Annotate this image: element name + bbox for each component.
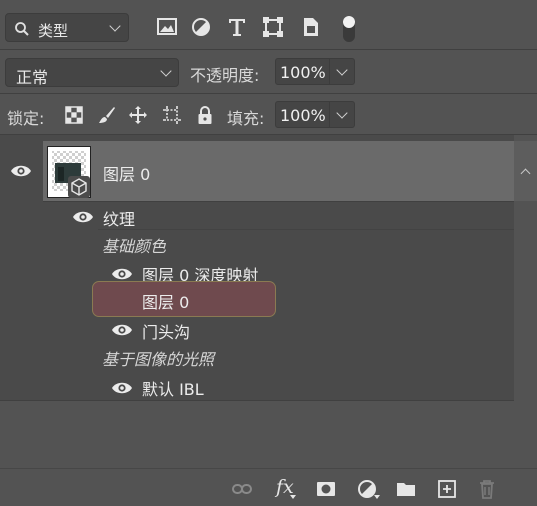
opacity-field[interactable]: 100%: [275, 58, 355, 85]
add-mask-icon[interactable]: [316, 479, 336, 499]
blend-mode-label: 正常: [16, 68, 49, 87]
type-layer-filter-icon[interactable]: [226, 16, 248, 38]
lock-transparent-pixels-icon[interactable]: [64, 105, 84, 125]
visibility-eye-icon[interactable]: [111, 267, 133, 281]
chevron-down-icon: [336, 64, 348, 76]
opacity-label: 不透明度:: [190, 66, 260, 85]
opacity-value: 100%: [280, 63, 326, 82]
door-groove-label[interactable]: 门头沟: [142, 319, 190, 343]
fill-label: 填充:: [227, 109, 265, 128]
texture-layer-label[interactable]: 图层 0: [142, 289, 189, 313]
new-layer-icon[interactable]: [437, 479, 457, 499]
pixel-layer-filter-icon[interactable]: [156, 16, 178, 38]
ibl-group-label[interactable]: 基于图像的光照: [102, 346, 214, 370]
layer-filter-dropdown[interactable]: 类型: [5, 13, 129, 42]
chevron-down-icon: [109, 20, 121, 32]
texture-group-label[interactable]: 纹理: [103, 206, 135, 230]
smart-object-filter-icon[interactable]: [300, 16, 322, 38]
lock-image-pixels-icon[interactable]: [97, 105, 117, 125]
search-icon: [15, 22, 29, 36]
3d-layer-badge-icon: [68, 176, 90, 198]
link-layers-icon[interactable]: [232, 479, 252, 499]
blend-mode-dropdown[interactable]: 正常: [5, 58, 179, 87]
lock-label: 锁定:: [7, 109, 45, 128]
shape-layer-filter-icon[interactable]: [262, 16, 284, 38]
chevron-down-icon: [160, 65, 172, 77]
adjustment-menu-caret-icon: [374, 495, 380, 499]
chevron-up-icon: [520, 168, 531, 179]
lock-position-icon[interactable]: [128, 105, 148, 125]
fill-value: 100%: [280, 106, 326, 125]
default-ibl-label[interactable]: 默认 IBL: [142, 376, 204, 400]
lock-all-icon[interactable]: [195, 105, 215, 125]
visibility-eye-icon[interactable]: [72, 210, 94, 224]
fill-dropdown-button[interactable]: [329, 102, 354, 127]
new-group-folder-icon[interactable]: [396, 479, 416, 499]
visibility-eye-icon[interactable]: [111, 323, 133, 337]
visibility-eye-icon[interactable]: [111, 381, 133, 395]
opacity-dropdown-button[interactable]: [329, 59, 354, 84]
fx-menu-caret-icon: [290, 495, 296, 499]
scroll-up-button[interactable]: [514, 141, 537, 201]
delete-layer-icon[interactable]: [477, 479, 497, 499]
layer-name[interactable]: 图层 0: [103, 161, 150, 185]
filter-kind-label: 类型: [38, 22, 69, 40]
chevron-down-icon: [336, 107, 348, 119]
fill-field[interactable]: 100%: [275, 101, 355, 128]
filter-toggle-switch[interactable]: [340, 14, 358, 44]
base-color-label[interactable]: 基础颜色: [102, 233, 166, 257]
prevent-auto-nesting-icon[interactable]: [162, 105, 182, 125]
visibility-eye-icon[interactable]: [10, 164, 32, 178]
adjustment-layer-filter-icon[interactable]: [190, 16, 212, 38]
